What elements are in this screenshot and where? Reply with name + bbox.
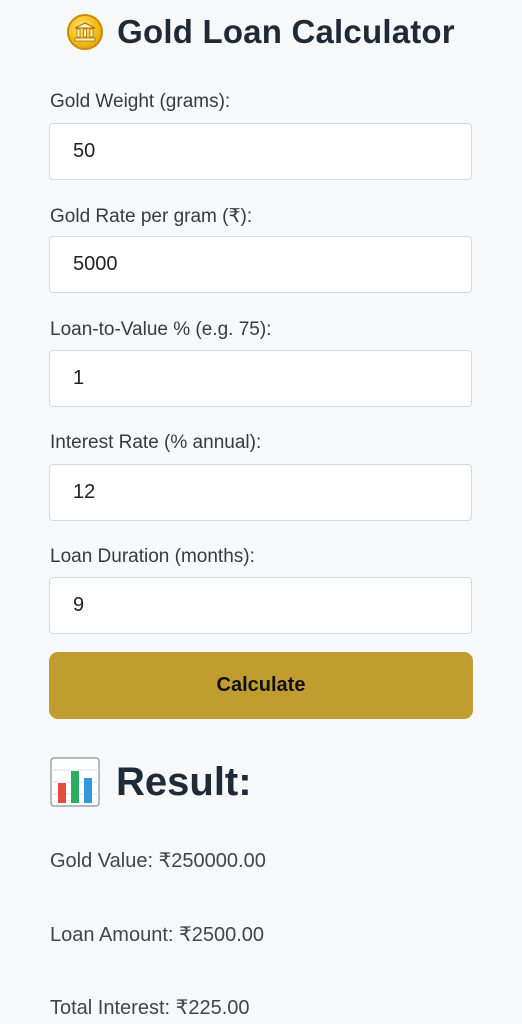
ltv-input[interactable] [49,350,472,407]
gold-value-text: Gold Value: ₹250000.00 [50,850,266,872]
gold-coin-icon [67,14,104,50]
gold-weight-label: Gold Weight (grams): [50,91,231,112]
page-title: Gold Loan Calculator [117,13,455,50]
interest-rate-label: Interest Rate (% annual): [50,432,262,453]
result-heading: Result: [50,754,252,810]
gold-rate-input[interactable] [49,236,472,293]
total-interest-text: Total Interest: ₹225.00 [50,997,250,1019]
bar-chart-icon [50,757,100,807]
gold-loan-calculator-page: Gold Loan Calculator Gold Weight (grams)… [0,0,522,1024]
interest-rate-input[interactable] [49,464,472,521]
ltv-label: Loan-to-Value % (e.g. 75): [50,319,272,340]
header: Gold Loan Calculator [0,8,522,56]
gold-rate-label: Gold Rate per gram (₹): [50,206,253,227]
gold-weight-input[interactable] [49,123,472,180]
duration-label: Loan Duration (months): [50,546,255,567]
loan-amount-text: Loan Amount: ₹2500.00 [50,924,265,946]
duration-input[interactable] [49,577,472,634]
calculate-button[interactable]: Calculate [49,652,473,719]
result-title: Result: [116,759,252,804]
